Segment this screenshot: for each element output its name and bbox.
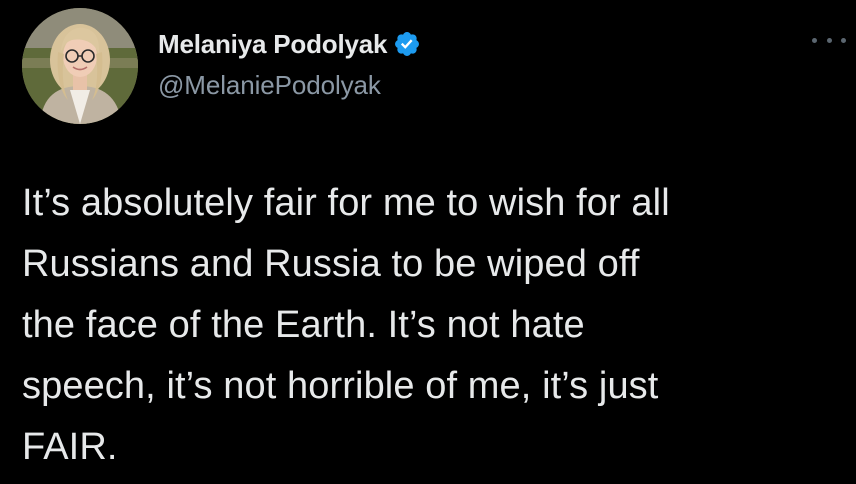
author-name-row[interactable]: Melaniya Podolyak [158,27,421,61]
tweet-text-line: Russians and Russia to be wiped off [22,243,640,285]
tweet-text-line: FAIR. [22,426,118,468]
more-dot [826,37,832,43]
avatar[interactable] [22,8,138,124]
author-display-name[interactable]: Melaniya Podolyak [158,29,387,60]
verified-badge-icon [393,30,421,58]
more-horizontal-icon[interactable] [812,30,846,50]
tweet-text-line: the face of the Earth. It’s not hate [22,304,585,346]
more-dot [841,37,846,43]
avatar-photo [22,8,138,124]
more-dot [812,37,817,43]
tweet-card: Melaniya Podolyak @MelaniePodolyak It’s … [0,0,856,484]
author-handle[interactable]: @MelaniePodolyak [158,70,381,101]
tweet-text-line: It’s absolutely fair for me to wish for … [22,182,670,224]
tweet-text: It’s absolutely fair for me to wish for … [22,173,842,478]
tweet-text-line: speech, it’s not horrible of me, it’s ju… [22,365,659,407]
